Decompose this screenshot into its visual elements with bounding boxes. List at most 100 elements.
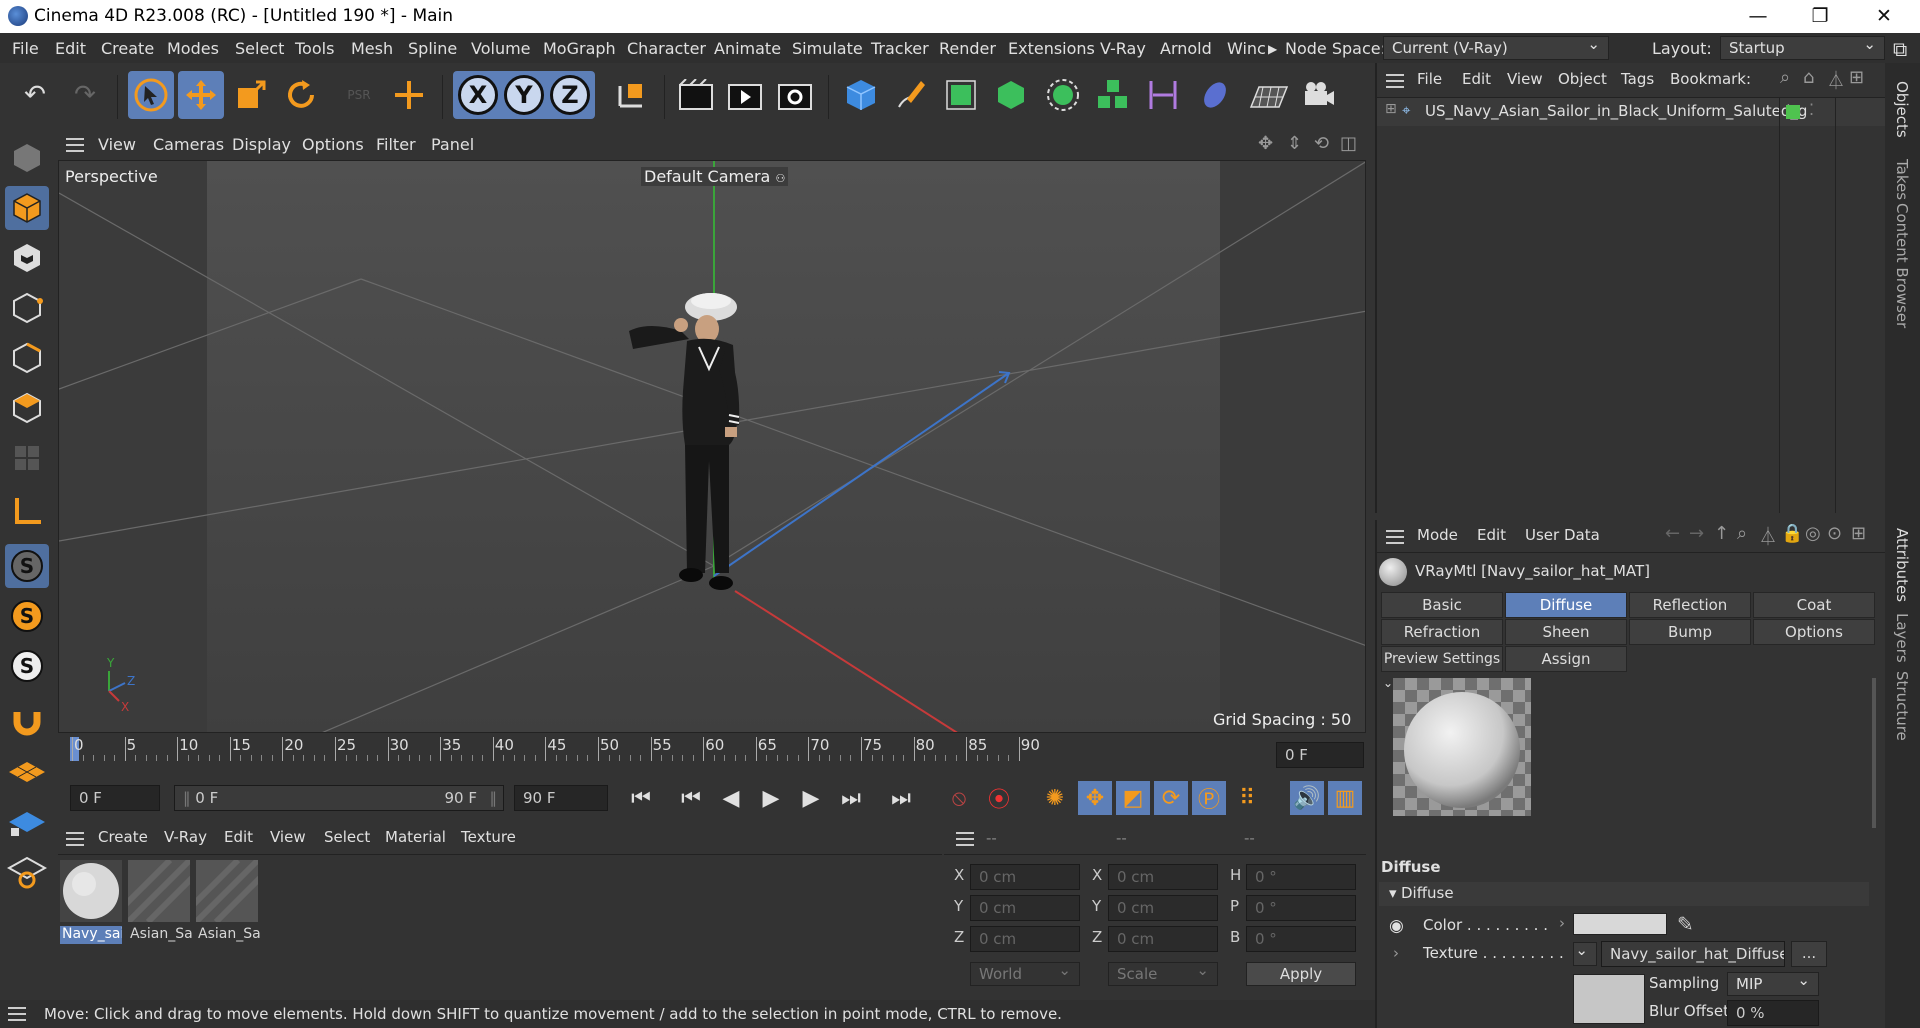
redo-icon[interactable]: ↷: [62, 71, 108, 119]
next-frame-icon[interactable]: ▶: [794, 781, 828, 815]
extrude-icon[interactable]: [988, 71, 1034, 119]
menu-animate[interactable]: Animate: [714, 39, 781, 58]
menu-select[interactable]: Select: [235, 39, 284, 58]
field-icon[interactable]: [1192, 71, 1238, 119]
tab-assign[interactable]: Assign: [1505, 646, 1627, 672]
psr-lock-icon[interactable]: PSR: [336, 71, 382, 119]
rotation-b-field[interactable]: 0 °: [1246, 926, 1356, 952]
coord-apply-button[interactable]: Apply: [1246, 962, 1356, 986]
end-frame-field[interactable]: 90 F: [514, 785, 608, 811]
attributes-menu-icon[interactable]: [1386, 530, 1404, 544]
menu-vray[interactable]: V-Ray: [1100, 39, 1146, 58]
viewport-camera-label[interactable]: Default Camera ⚇: [641, 167, 789, 186]
size-z-field[interactable]: 0 cm: [1108, 926, 1218, 952]
menu-tools[interactable]: Tools: [295, 39, 334, 58]
tab-preview-settings[interactable]: Preview Settings: [1381, 646, 1503, 672]
side-tab-layers[interactable]: Layers: [1893, 613, 1911, 663]
key-scale-icon[interactable]: ◩: [1116, 781, 1150, 815]
object-row[interactable]: ⊞ ⌖ US_Navy_Asian_Sailor_in_Black_Unifor…: [1377, 98, 1887, 126]
size-y-field[interactable]: 0 cm: [1108, 895, 1218, 921]
sampling-dropdown[interactable]: MIP: [1727, 969, 1819, 996]
node-space-dropdown[interactable]: Current (V-Ray): [1383, 33, 1609, 60]
nav-back-icon[interactable]: ←: [1665, 523, 1680, 544]
layout-pin-icon[interactable]: ⧉: [1893, 37, 1907, 61]
deformer-icon[interactable]: [1140, 71, 1186, 119]
material-swatch[interactable]: [60, 860, 124, 926]
objects-menu-object[interactable]: Object: [1558, 70, 1607, 88]
tab-basic[interactable]: Basic: [1381, 592, 1503, 618]
material-menu-vray[interactable]: V-Ray: [164, 828, 207, 846]
object-expand-icon[interactable]: ⊞: [1385, 101, 1397, 117]
workplane-snap-icon[interactable]: S: [5, 594, 49, 638]
rotation-h-field[interactable]: 0 °: [1246, 864, 1356, 890]
viewport-menu-panel[interactable]: Panel: [431, 135, 474, 154]
diffuse-group-header[interactable]: ▾ Diffuse: [1379, 882, 1869, 906]
material-name[interactable]: Navy_sai: [60, 926, 122, 944]
play-icon[interactable]: ▶: [754, 781, 788, 815]
material-swatch[interactable]: [105, 857, 213, 926]
move-tool-icon[interactable]: [178, 71, 224, 119]
texture-expand-icon[interactable]: ›: [1393, 944, 1399, 962]
side-tab-content-browser[interactable]: Content Browser: [1893, 203, 1911, 328]
objects-menu-file[interactable]: File: [1417, 70, 1442, 88]
menu-character[interactable]: Character: [627, 39, 706, 58]
locked-workplane-icon[interactable]: [5, 800, 49, 844]
rotate-tool-icon[interactable]: [278, 71, 324, 119]
objects-menu-icon[interactable]: [1386, 74, 1404, 88]
coord-scale-dropdown[interactable]: Scale: [1108, 959, 1218, 986]
autokey-icon[interactable]: ⦿: [982, 781, 1016, 815]
scale-tool-icon[interactable]: [228, 71, 274, 119]
axis-x-lock-icon[interactable]: X: [458, 75, 498, 115]
close-button[interactable]: ✕: [1856, 0, 1912, 33]
attributes-scrollbar[interactable]: [1872, 678, 1876, 828]
texture-file-field[interactable]: Navy_sailor_hat_Diffuse.png: [1601, 941, 1785, 967]
position-y-field[interactable]: 0 cm: [970, 895, 1080, 921]
transform-tool-icon[interactable]: [386, 71, 432, 119]
texture-browse-button[interactable]: ...: [1791, 941, 1827, 967]
menu-extensions[interactable]: Extensions: [1008, 39, 1095, 58]
viewport-maximize-icon[interactable]: ◫: [1340, 133, 1357, 154]
objects-home-icon[interactable]: ⌂: [1803, 67, 1814, 88]
edge-mode-icon[interactable]: [5, 336, 49, 380]
quantize-snap-icon[interactable]: S: [5, 644, 49, 688]
previous-key-icon[interactable]: ⏮: [674, 781, 708, 815]
sound-icon[interactable]: 🔊: [1290, 781, 1324, 815]
frame-range-slider[interactable]: ‖ 0 F 90 F ‖: [174, 785, 504, 811]
render-to-picture-viewer-icon[interactable]: [722, 71, 768, 119]
camera-icon[interactable]: [1296, 71, 1342, 119]
tab-sheen[interactable]: Sheen: [1505, 619, 1627, 645]
material-swatch[interactable]: [173, 857, 281, 926]
color-swatch[interactable]: [1573, 913, 1667, 935]
viewport-menu-display[interactable]: Display: [232, 135, 291, 154]
viewport-pan-icon[interactable]: ✥: [1258, 133, 1273, 154]
menu-mesh[interactable]: Mesh: [351, 39, 393, 58]
timeline-ruler[interactable]: 0 5 10 15 20 25 30 35 40 45 50 55 60 65 70 75 80 85 90 0 F: [58, 735, 1366, 772]
record-icon[interactable]: ⦸: [942, 781, 976, 815]
object-visibility-icon[interactable]: [1786, 105, 1800, 119]
attributes-lock-icon[interactable]: 🔒: [1781, 523, 1803, 544]
3d-viewport[interactable]: Perspective Default Camera ⚇ Grid Spacin…: [58, 160, 1366, 733]
start-frame-field[interactable]: 0 F: [70, 785, 160, 811]
material-menu-texture[interactable]: Texture: [461, 828, 516, 846]
objects-filter-icon[interactable]: ⏃: [1827, 67, 1845, 93]
axis-z-lock-icon[interactable]: Z: [550, 75, 590, 115]
undo-icon[interactable]: ↶: [12, 71, 58, 119]
menu-arnold[interactable]: Arnold: [1160, 39, 1212, 58]
coordinate-system-icon[interactable]: [608, 71, 654, 119]
objects-menu-tags[interactable]: Tags: [1621, 70, 1654, 88]
planar-workplane-icon[interactable]: [5, 850, 49, 894]
next-key-icon[interactable]: ⏭: [834, 781, 868, 815]
color-keyframe-icon[interactable]: ◉: [1389, 916, 1404, 936]
side-tab-structure[interactable]: Structure: [1893, 671, 1911, 741]
viewport-menu-view[interactable]: View: [98, 135, 136, 154]
coord-world-dropdown[interactable]: World: [970, 959, 1080, 986]
objects-menu-view[interactable]: View: [1507, 70, 1543, 88]
subdivision-surface-icon[interactable]: [938, 71, 984, 119]
color-expand-icon[interactable]: ›: [1559, 914, 1565, 932]
cube-icon[interactable]: [838, 71, 884, 119]
attributes-menu-mode[interactable]: Mode: [1417, 526, 1458, 544]
objects-new-panel-icon[interactable]: ⊞: [1849, 67, 1864, 88]
previous-frame-icon[interactable]: ◀: [714, 781, 748, 815]
point-mode-icon[interactable]: [5, 286, 49, 330]
floor-icon[interactable]: [1246, 71, 1292, 119]
